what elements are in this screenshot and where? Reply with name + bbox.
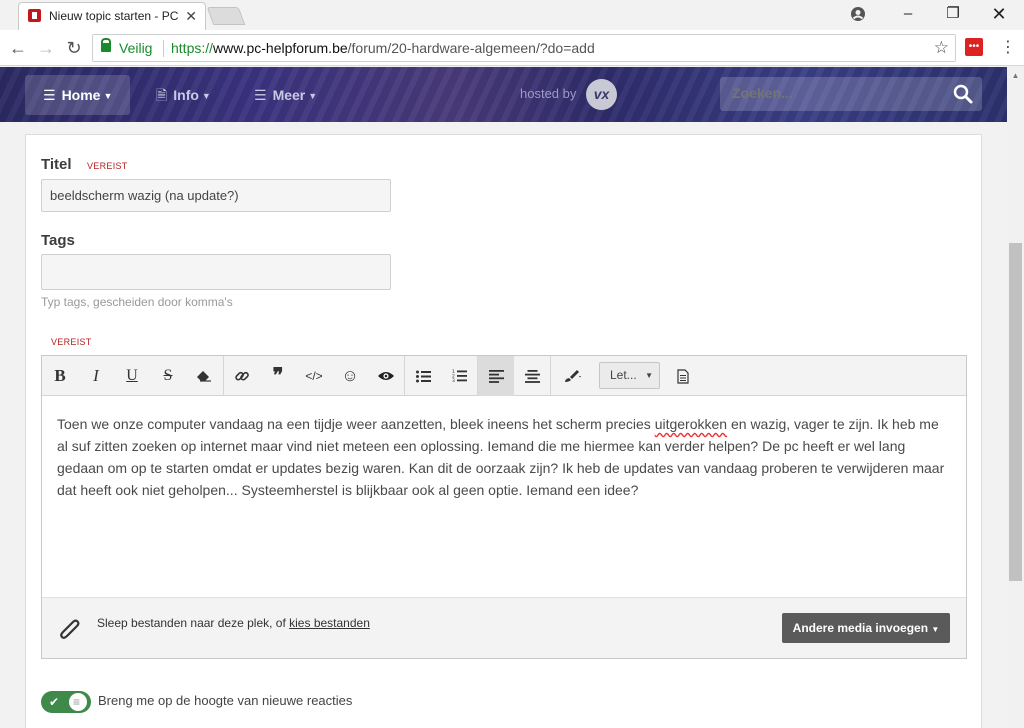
back-icon[interactable]: ← bbox=[6, 36, 30, 60]
search-icon[interactable] bbox=[952, 83, 974, 105]
chevron-down-icon: ▼ bbox=[201, 91, 211, 101]
nav-info-label: Info bbox=[173, 87, 199, 103]
svg-text:3: 3 bbox=[452, 378, 455, 383]
list-icon: ☰ bbox=[43, 87, 56, 103]
menu-icon: ☰ bbox=[254, 87, 267, 103]
quote-icon[interactable]: ❞ bbox=[260, 356, 296, 396]
toolbar-divider bbox=[550, 356, 551, 396]
url-path: /forum/20-hardware-algemeen/?do=add bbox=[347, 40, 595, 56]
font-select-value: Let... bbox=[610, 368, 637, 382]
paperclip-icon bbox=[60, 619, 80, 639]
link-icon[interactable] bbox=[224, 356, 260, 396]
tab-title: Nieuw topic starten - PC bbox=[49, 9, 179, 23]
misspelled-word: uitgerokken bbox=[654, 416, 728, 432]
align-center-icon[interactable] bbox=[514, 356, 550, 396]
topic-form: Titel VEREIST Tags Typ tags, gescheiden … bbox=[25, 134, 982, 728]
choose-files-link[interactable]: kies bestanden bbox=[289, 616, 370, 630]
bullet-list-icon[interactable] bbox=[405, 356, 441, 396]
insert-media-button[interactable]: Andere media invoegen ▼ bbox=[782, 613, 950, 643]
browser-tab[interactable]: Nieuw topic starten - PC ✕ bbox=[18, 2, 206, 30]
chevron-down-icon: ▼ bbox=[103, 91, 113, 101]
align-left-icon[interactable] bbox=[478, 356, 514, 396]
editor-content[interactable]: Toen we onze computer vandaag na een tij… bbox=[42, 397, 966, 597]
scrollbar-thumb[interactable] bbox=[1009, 243, 1022, 581]
follow-replies-label: Breng me op de hoogte van nieuwe reactie… bbox=[98, 693, 353, 708]
nav-home[interactable]: ☰ Home ▼ bbox=[25, 75, 131, 115]
lock-icon bbox=[101, 38, 111, 52]
omnibox-divider bbox=[163, 40, 164, 57]
chevron-down-icon: ▼ bbox=[645, 371, 653, 380]
nav-more[interactable]: ☰ Meer ▼ bbox=[254, 75, 317, 115]
attachment-text: Sleep bestanden naar deze plek, of bbox=[97, 616, 290, 630]
profile-icon[interactable] bbox=[835, 0, 881, 28]
italic-icon[interactable]: I bbox=[78, 356, 114, 396]
spoiler-eye-icon[interactable] bbox=[368, 356, 404, 396]
tags-input[interactable] bbox=[41, 254, 391, 290]
restore-icon[interactable]: ❐ bbox=[930, 0, 976, 28]
code-icon[interactable]: </> bbox=[296, 356, 332, 396]
search-box[interactable] bbox=[720, 77, 982, 111]
emoji-icon[interactable]: ☺ bbox=[332, 356, 368, 396]
body-text-start: Toen we onze computer vandaag na een tij… bbox=[57, 416, 655, 432]
title-required-label: VEREIST bbox=[87, 161, 128, 171]
title-input[interactable] bbox=[41, 179, 391, 212]
main-content: Titel VEREIST Tags Typ tags, gescheiden … bbox=[0, 122, 1007, 728]
strikethrough-icon[interactable]: S bbox=[150, 356, 186, 396]
title-label: Titel bbox=[41, 156, 72, 173]
url-text: https://www.pc-helpforum.be/forum/20-har… bbox=[171, 40, 595, 56]
nav-home-label: Home bbox=[61, 87, 101, 103]
brush-icon[interactable] bbox=[554, 356, 592, 396]
follow-replies-toggle[interactable]: ✔ bbox=[41, 691, 91, 713]
font-select[interactable]: Let... ▼ bbox=[599, 362, 660, 389]
insert-media-label: Andere media invoegen bbox=[792, 621, 929, 635]
extension-icon[interactable]: ••• bbox=[965, 38, 983, 56]
check-icon: ✔ bbox=[49, 695, 60, 709]
reload-icon[interactable]: ↻ bbox=[62, 36, 86, 60]
eraser-icon[interactable] bbox=[186, 356, 222, 396]
site-favicon-icon bbox=[28, 9, 41, 22]
bold-icon[interactable]: B bbox=[42, 356, 78, 396]
tab-close-icon[interactable]: ✕ bbox=[185, 7, 197, 25]
attachment-dropzone[interactable]: Sleep bestanden naar deze plek, of kies … bbox=[42, 597, 966, 658]
hosted-by-label: hosted by bbox=[520, 86, 577, 101]
search-input[interactable] bbox=[732, 85, 932, 101]
nav-more-label: Meer bbox=[272, 87, 306, 103]
url-host: www.pc-helpforum.be bbox=[213, 40, 348, 56]
page-scrollbar[interactable]: ▲ bbox=[1007, 67, 1024, 728]
secure-label: Veilig bbox=[119, 40, 153, 56]
toggle-knob bbox=[69, 693, 87, 711]
tags-hint: Typ tags, gescheiden door komma's bbox=[41, 295, 233, 309]
source-document-icon[interactable] bbox=[665, 356, 701, 396]
chevron-down-icon: ▼ bbox=[308, 91, 318, 101]
minimize-icon[interactable]: – bbox=[885, 0, 931, 28]
tags-label: Tags bbox=[41, 232, 75, 249]
host-logo[interactable]: vx bbox=[586, 79, 617, 110]
scroll-up-icon[interactable]: ▲ bbox=[1007, 67, 1024, 84]
attachment-instructions: Sleep bestanden naar deze plek, of kies … bbox=[97, 616, 370, 630]
address-bar: ← → ↻ Veilig https://www.pc-helpforum.be… bbox=[0, 30, 1024, 66]
browser-tab-bar: Nieuw topic starten - PC ✕ – ❐ ✕ bbox=[0, 0, 1024, 30]
underline-icon[interactable]: U bbox=[114, 356, 150, 396]
forward-icon[interactable]: → bbox=[34, 36, 58, 60]
bookmark-star-icon[interactable]: ☆ bbox=[934, 38, 949, 58]
numbered-list-icon[interactable]: 123 bbox=[441, 356, 477, 396]
browser-menu-icon[interactable]: ⋮ bbox=[1000, 36, 1016, 60]
site-header: ☰ Home ▼ 🗎 Info ▼ ☰ Meer ▼ hosted by vx bbox=[0, 67, 1007, 122]
url-field[interactable]: Veilig https://www.pc-helpforum.be/forum… bbox=[92, 34, 956, 62]
close-window-icon[interactable]: ✕ bbox=[976, 0, 1022, 28]
rich-text-editor: B I U S ❞ </> ☺ 1 2 3 Let... ▼ Toen we o… bbox=[41, 355, 967, 659]
editor-toolbar: B I U S ❞ </> ☺ 1 2 3 Let... ▼ bbox=[42, 356, 966, 396]
body-required-label: VEREIST bbox=[51, 337, 92, 347]
nav-info[interactable]: 🗎 Info ▼ bbox=[156, 75, 211, 115]
document-icon: 🗎 bbox=[156, 87, 168, 103]
chevron-down-icon: ▼ bbox=[931, 625, 940, 634]
url-scheme: https:// bbox=[171, 40, 214, 56]
new-tab-button[interactable] bbox=[206, 7, 246, 25]
